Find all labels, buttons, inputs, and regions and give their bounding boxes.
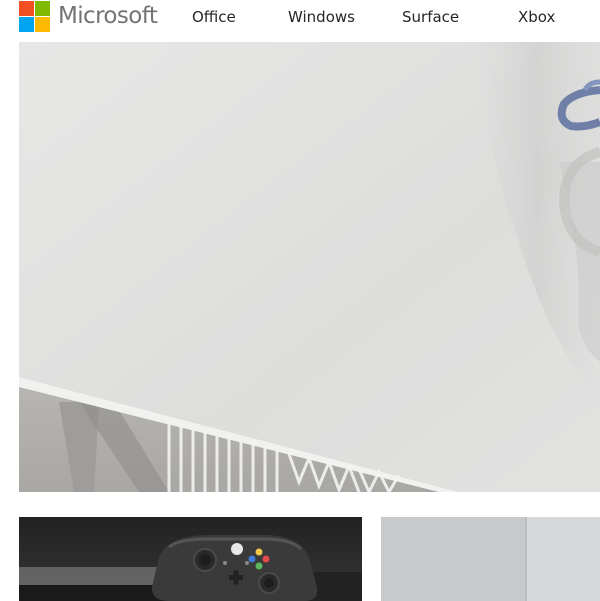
microsoft-logo-icon	[19, 1, 50, 32]
nav-item-surface[interactable]: Surface	[402, 8, 459, 26]
microsoft-logo-link[interactable]: Microsoft	[19, 1, 158, 32]
nav-item-windows[interactable]: Windows	[288, 8, 355, 26]
surface-device-illustration	[381, 517, 600, 601]
nav-item-xbox[interactable]: Xbox	[518, 8, 555, 26]
hero-illustration	[19, 42, 600, 492]
xbox-card-image[interactable]	[19, 517, 362, 601]
xbox-controller-illustration	[19, 535, 362, 601]
microsoft-wordmark: Microsoft	[58, 3, 158, 29]
site-header: Microsoft Office Windows Surface Xbox	[0, 0, 600, 42]
surface-card-image[interactable]	[381, 517, 600, 601]
nav-item-office[interactable]: Office	[192, 8, 236, 26]
hero-image[interactable]	[19, 42, 600, 492]
